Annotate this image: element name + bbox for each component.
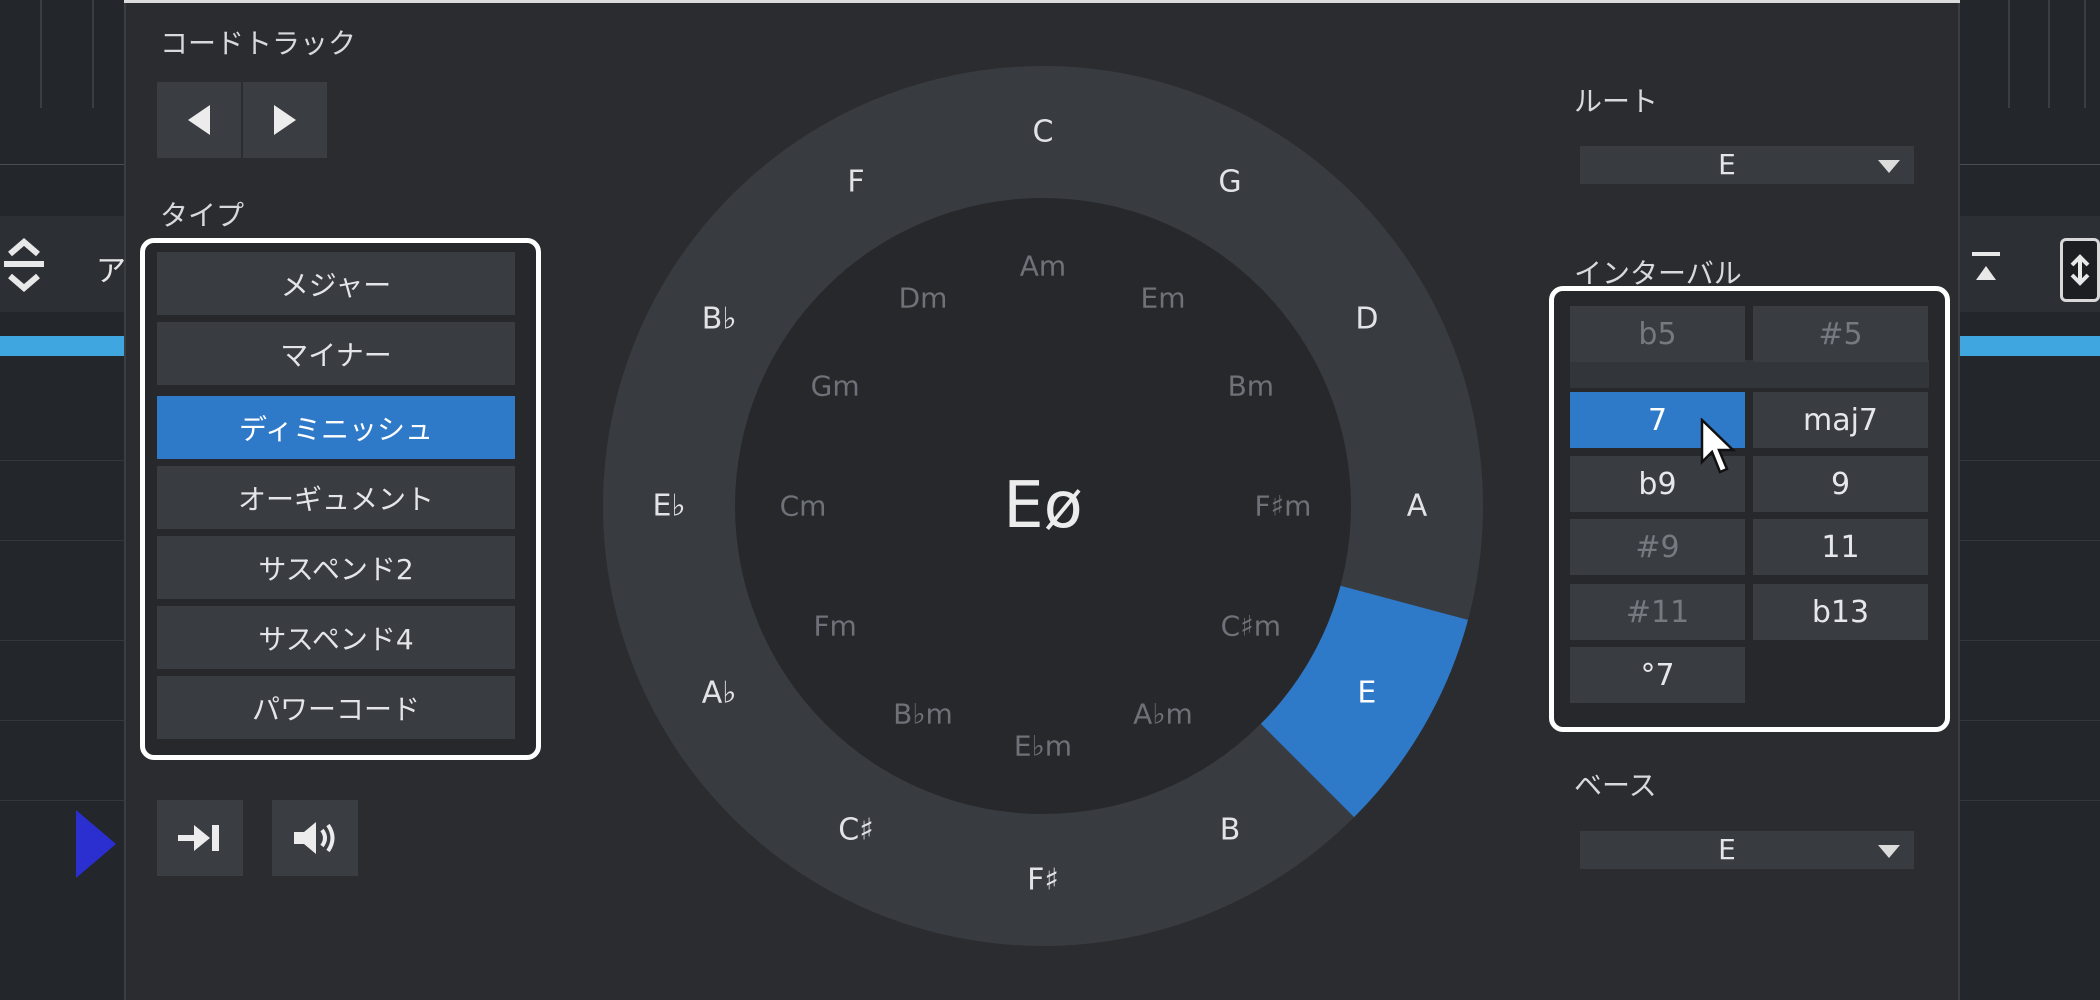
major-key-label[interactable]: D	[1355, 302, 1378, 337]
major-key-label[interactable]: C	[1033, 115, 1054, 150]
interval-button[interactable]: 9	[1753, 456, 1928, 512]
bass-select[interactable]: E	[1580, 831, 1914, 869]
current-chord-name: Eø	[1003, 469, 1083, 543]
major-key-label[interactable]: F	[847, 165, 864, 200]
root-select-value: E	[1718, 148, 1736, 181]
minor-key-label[interactable]: Fm	[813, 610, 856, 643]
major-key-label[interactable]: F♯	[1027, 863, 1059, 898]
minor-key-label[interactable]: C♯m	[1221, 610, 1281, 643]
minor-key-label[interactable]: F♯m	[1255, 490, 1312, 523]
minor-key-label[interactable]: Em	[1141, 282, 1186, 315]
minor-key-label[interactable]: A♭m	[1133, 697, 1193, 730]
minor-key-label[interactable]: E♭m	[1014, 730, 1072, 763]
major-key-label[interactable]: B♭	[702, 302, 737, 337]
interval-button[interactable]: #5	[1753, 306, 1928, 362]
chevron-down-icon	[1878, 845, 1900, 858]
major-key-label[interactable]: E♭	[652, 489, 685, 524]
interval-button[interactable]: 11	[1753, 519, 1928, 575]
chevron-down-icon	[1878, 160, 1900, 173]
major-key-label[interactable]: G	[1218, 165, 1241, 200]
major-key-label[interactable]: C♯	[838, 812, 873, 847]
major-key-label[interactable]: E	[1357, 676, 1376, 711]
minor-key-label[interactable]: B♭m	[893, 697, 953, 730]
minor-key-label[interactable]: Bm	[1228, 370, 1274, 403]
minor-key-label[interactable]: Am	[1020, 250, 1066, 283]
root-label: ルート	[1574, 85, 1659, 118]
bass-label: ベース	[1574, 769, 1657, 802]
interval-button[interactable]: °7	[1570, 647, 1745, 703]
interval-button[interactable]: b13	[1753, 584, 1928, 640]
major-key-label[interactable]: A	[1407, 489, 1428, 524]
major-key-label[interactable]: B	[1220, 812, 1241, 847]
interval-button[interactable]: #11	[1570, 584, 1745, 640]
interval-row-separator	[1570, 360, 1929, 388]
mouse-pointer-icon	[1700, 418, 1737, 474]
root-select[interactable]: E	[1580, 146, 1914, 184]
major-key-label[interactable]: A♭	[702, 676, 737, 711]
interval-button[interactable]: #9	[1570, 519, 1745, 575]
interval-empty-slot	[1753, 647, 1928, 703]
interval-button[interactable]: maj7	[1753, 392, 1928, 448]
bass-select-value: E	[1718, 833, 1736, 866]
interval-button[interactable]: b5	[1570, 306, 1745, 362]
minor-key-label[interactable]: Gm	[811, 370, 860, 403]
minor-key-label[interactable]: Cm	[780, 490, 827, 523]
minor-key-label[interactable]: Dm	[899, 282, 948, 315]
